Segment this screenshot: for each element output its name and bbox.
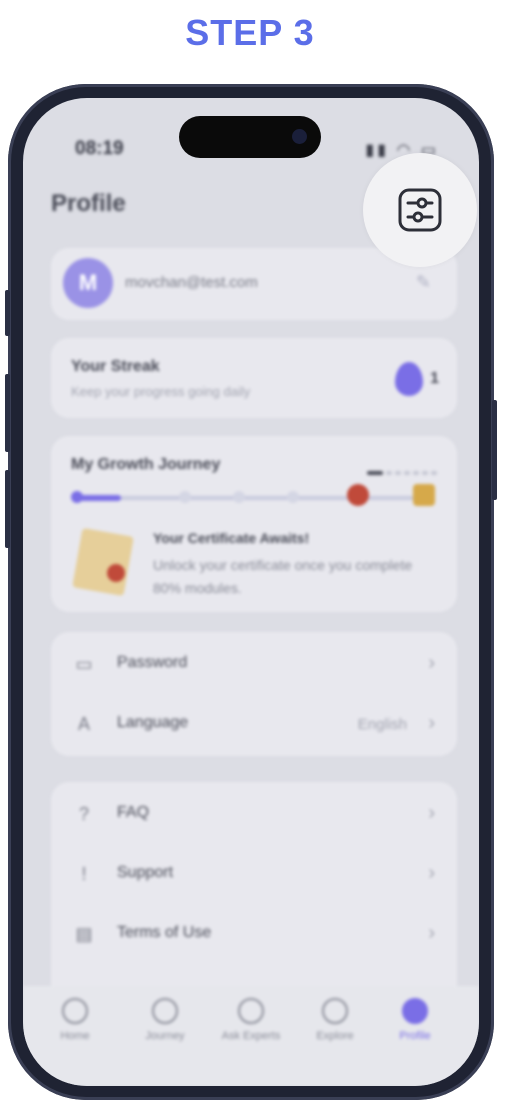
certificate-text: Unlock your certificate once you complet… (153, 557, 413, 596)
tab-explore[interactable]: Explore (295, 998, 375, 1042)
document-icon: ▤ (75, 924, 93, 944)
help-row-support[interactable]: ! Support › (51, 844, 457, 904)
settings-group: ▭ Password › A Language English › (51, 632, 457, 756)
streak-subtitle: Keep your progress going daily (71, 384, 251, 399)
row-label: Support (117, 864, 174, 881)
growth-card[interactable]: My Growth Journey Your Certificate Await… (51, 436, 457, 612)
chevron-right-icon: › (428, 922, 435, 944)
tab-label: Journey (145, 1030, 185, 1042)
tab-label: Profile (399, 1030, 431, 1042)
settings-row-language[interactable]: A Language English › (51, 694, 457, 754)
phone-button (5, 374, 10, 452)
phone-button (5, 470, 10, 548)
pager-dots (364, 462, 437, 480)
row-label: FAQ (117, 804, 150, 821)
dynamic-island (179, 116, 321, 158)
help-group: ? FAQ › ! Support › ▤ Terms of Use › (51, 782, 457, 1002)
progress-track (75, 496, 431, 500)
growth-title: My Growth Journey (71, 456, 221, 473)
chevron-right-icon: › (428, 802, 435, 824)
home-icon (62, 998, 88, 1024)
row-label: Language (117, 714, 189, 731)
avatar: M (63, 258, 113, 308)
tab-journey[interactable]: Journey (125, 998, 205, 1042)
compass-icon (322, 998, 348, 1024)
certificate-title: Your Certificate Awaits! (153, 530, 310, 546)
streak-count: 1 (430, 370, 439, 387)
step-title: STEP 3 (185, 12, 315, 53)
user-icon (402, 998, 428, 1024)
row-label: Password (117, 654, 188, 671)
filter-settings-icon (398, 188, 442, 232)
row-label: Terms of Use (117, 924, 212, 941)
phone-button (492, 400, 497, 500)
flame-icon (395, 362, 423, 396)
status-time: 08:19 (75, 138, 124, 159)
support-icon: ! (81, 864, 87, 884)
tab-bar: Home Journey Ask Experts Explore Profile (23, 986, 479, 1086)
tab-profile[interactable]: Profile (375, 998, 455, 1042)
row-value: English (357, 716, 407, 733)
page-title: Profile (51, 190, 126, 217)
tab-home[interactable]: Home (35, 998, 115, 1042)
trophy-icon (413, 484, 435, 506)
edit-icon[interactable]: ✎ (416, 272, 431, 293)
milestone-node (233, 491, 245, 503)
help-row-terms[interactable]: ▤ Terms of Use › (51, 904, 457, 964)
password-icon: ▭ (75, 654, 93, 674)
question-icon: ? (78, 804, 89, 824)
milestone-node (71, 491, 83, 503)
help-row-faq[interactable]: ? FAQ › (51, 784, 457, 844)
tab-label: Ask Experts (221, 1030, 281, 1042)
email-text: movchan@test.com (125, 274, 258, 291)
camera-icon (292, 129, 307, 144)
certificate-seal-icon (107, 564, 125, 582)
settings-row-password[interactable]: ▭ Password › (51, 634, 457, 694)
chevron-right-icon: › (428, 712, 435, 734)
tab-label: Home (60, 1030, 90, 1042)
journey-icon (152, 998, 178, 1024)
milestone-node (179, 491, 191, 503)
certificate-image (72, 527, 134, 597)
milestone-node (287, 491, 299, 503)
chevron-right-icon: › (428, 862, 435, 884)
streak-title: Your Streak (71, 358, 160, 375)
experts-icon (238, 998, 264, 1024)
tab-label: Explore (316, 1030, 354, 1042)
translate-icon: A (77, 714, 90, 734)
streak-card[interactable]: Your Streak Keep your progress going dai… (51, 338, 457, 418)
chevron-right-icon: › (428, 652, 435, 674)
settings-filter-button[interactable] (363, 153, 477, 267)
medal-icon (347, 484, 369, 506)
tab-ask-experts[interactable]: Ask Experts (211, 998, 291, 1042)
phone-button (5, 290, 10, 336)
